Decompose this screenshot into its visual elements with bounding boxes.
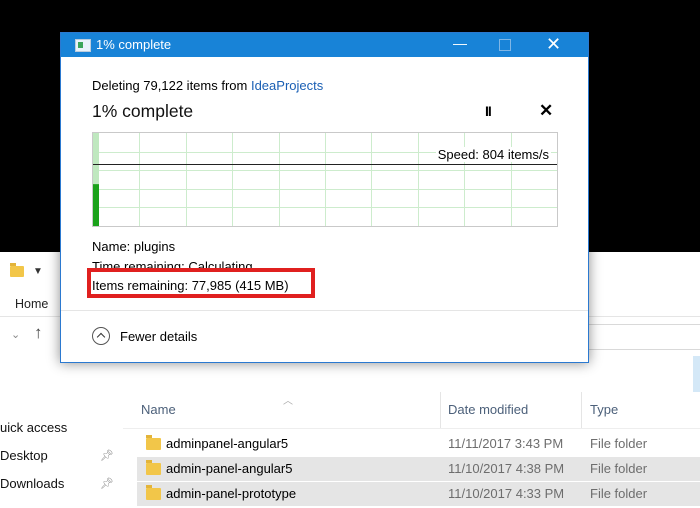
pin-icon: 📌︎ [100,478,114,490]
highlight-box [87,268,315,298]
operation-description: Deleting 79,122 items from IdeaProjects [92,78,323,93]
fewer-details-button[interactable]: Fewer details [120,329,197,344]
divider [61,310,588,311]
current-item-name: Name: plugins [92,239,176,254]
progress-fill [93,184,99,226]
folder-icon [146,435,161,450]
column-date-modified[interactable]: Date modified [448,402,528,417]
pause-button[interactable]: II [485,103,492,119]
file-type: File folder [590,436,648,451]
file-row[interactable]: admin-panel-angular5 11/10/2017 4:38 PM … [137,457,700,481]
column-header: ︿ Name Date modified Type [123,392,700,429]
folder-icon [146,485,161,500]
ribbon-tab-home[interactable]: Home [15,297,48,311]
file-date: 11/11/2017 3:43 PM [448,436,564,451]
column-type[interactable]: Type [590,402,618,417]
file-date: 11/10/2017 4:33 PM [448,486,565,501]
up-arrow-icon[interactable]: ↑ [34,323,43,343]
window-icon [75,39,91,52]
file-name: admin-panel-prototype [166,486,297,501]
file-date: 11/10/2017 4:38 PM [448,461,565,476]
speed-graph: Speed: 804 items/s [92,132,558,227]
file-row[interactable]: admin-panel-prototype 11/10/2017 4:33 PM… [137,482,700,506]
sort-caret-icon: ︿ [283,396,293,407]
column-divider[interactable] [581,392,582,428]
scrollbar[interactable] [693,356,700,392]
file-name: adminpanel-angular5 [166,436,289,451]
maximize-button [499,39,511,51]
nav-item-desktop[interactable]: Desktop [0,448,48,463]
column-divider[interactable] [440,392,441,428]
column-name[interactable]: Name [141,402,176,417]
folder-icon[interactable] [10,263,24,277]
title-bar[interactable]: 1% complete — ✕ [61,33,588,57]
nav-item-quick-access[interactable]: uick access [0,420,67,435]
source-folder-link[interactable]: IdeaProjects [251,78,323,93]
file-row[interactable]: adminpanel-angular5 11/11/2017 3:43 PM F… [137,432,700,456]
address-bar[interactable] [585,324,700,350]
folder-icon [146,460,161,475]
cancel-button[interactable]: ✕ [539,101,553,121]
percent-heading: 1% complete [92,101,194,121]
close-button[interactable]: ✕ [546,34,561,55]
deleting-text: Deleting 79,122 items from [92,78,251,93]
speed-readout: Speed: 804 items/s [435,147,551,162]
file-type: File folder [590,486,648,501]
file-name: admin-panel-angular5 [166,461,293,476]
dropdown-icon[interactable]: ▼ [33,266,43,277]
chevron-down-icon[interactable]: ⌄ [11,328,20,341]
nav-item-downloads[interactable]: Downloads [0,476,64,491]
file-type: File folder [590,461,648,476]
chevron-up-icon[interactable] [92,327,110,345]
pin-icon: 📌︎ [100,450,114,462]
window-title: 1% complete [96,37,172,52]
delete-progress-dialog: 1% complete — ✕ Deleting 79,122 items fr… [60,32,589,363]
minimize-button[interactable]: — [453,35,467,51]
